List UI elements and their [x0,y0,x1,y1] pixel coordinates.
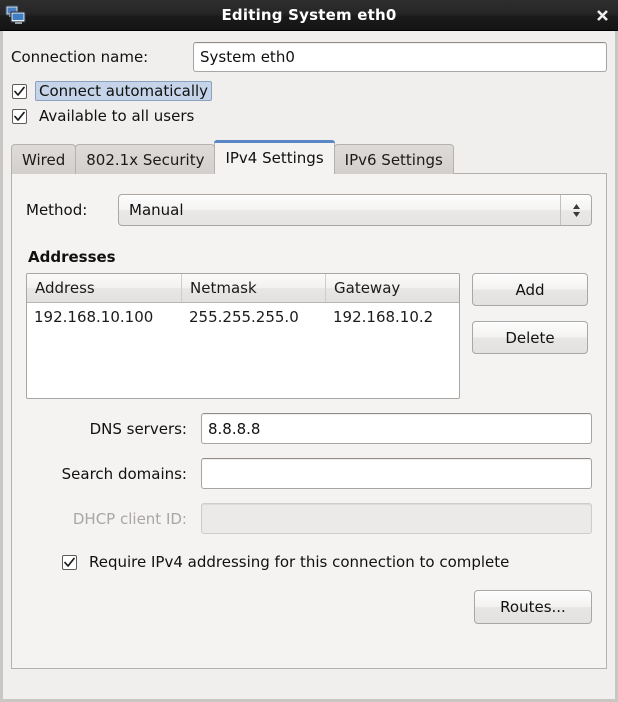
tab-ipv4-settings-label: IPv4 Settings [225,148,324,167]
cell-netmask[interactable]: 255.255.255.0 [182,308,326,326]
dns-servers-row: DNS servers: 8.8.8.8 [26,413,592,444]
dialog-content: Connection name: System eth0 Connect aut… [3,31,615,699]
connection-name-input[interactable]: System eth0 [193,42,607,72]
connect-automatically-checkbox[interactable] [12,83,27,99]
method-value: Manual [129,201,184,219]
require-ipv4-label: Require IPv4 addressing for this connect… [89,553,510,571]
window-body: Connection name: System eth0 Connect aut… [0,31,618,702]
addresses-table-header: Address Netmask Gateway [27,274,459,303]
tab-ipv4-settings[interactable]: IPv4 Settings [214,140,335,174]
search-domains-label: Search domains: [61,464,187,483]
search-domains-input[interactable] [201,458,592,489]
tab-wired-label: Wired [22,150,66,169]
method-dropdown[interactable]: Manual [118,194,592,226]
column-header-address[interactable]: Address [27,274,182,302]
dhcp-client-id-input [201,503,592,534]
method-label: Method: [26,201,88,219]
require-ipv4-checkbox[interactable] [62,554,77,570]
tab-8021x-security[interactable]: 802.1x Security [75,144,216,174]
routes-button[interactable]: Routes... [474,590,592,624]
require-ipv4-row[interactable]: Require IPv4 addressing for this connect… [26,552,592,572]
search-domains-row: Search domains: [26,458,592,489]
column-header-netmask[interactable]: Netmask [182,274,326,302]
tab-ipv6-settings-label: IPv6 Settings [344,150,443,169]
available-all-users-row[interactable]: Available to all users [12,106,607,126]
tab-8021x-security-label: 802.1x Security [86,150,205,169]
connect-automatically-label: Connect automatically [35,81,213,101]
available-all-users-label: Available to all users [39,107,195,125]
column-header-gateway[interactable]: Gateway [326,274,459,302]
close-icon[interactable] [593,6,612,25]
connection-name-label: Connection name: [11,48,149,66]
addresses-table[interactable]: Address Netmask Gateway 192.168.10.100 2… [26,273,460,399]
connection-name-row: Connection name: System eth0 [11,42,607,72]
connect-automatically-row[interactable]: Connect automatically [12,81,607,101]
editing-connection-window: Editing System eth0 Connection name: Sys… [0,0,618,702]
dns-servers-input[interactable]: 8.8.8.8 [201,413,592,444]
addresses-buttons: Add Delete [460,273,592,399]
window-title: Editing System eth0 [221,5,397,24]
cell-gateway[interactable]: 192.168.10.2 [326,308,459,326]
dns-servers-label: DNS servers: [89,419,187,438]
tab-strip: Wired 802.1x Security IPv4 Settings IPv6… [11,140,607,174]
title-bar[interactable]: Editing System eth0 [0,0,618,31]
dhcp-client-id-row: DHCP client ID: [26,503,592,534]
add-button[interactable]: Add [472,273,588,306]
addresses-title: Addresses [28,248,116,266]
chevron-updown-icon [560,195,591,225]
method-row: Method: Manual [26,194,592,226]
cell-address[interactable]: 192.168.10.100 [27,308,182,326]
dhcp-client-id-label: DHCP client ID: [72,509,187,528]
settings-notebook: Wired 802.1x Security IPv4 Settings IPv6… [11,140,607,669]
available-all-users-checkbox[interactable] [12,108,27,124]
routes-row: Routes... [26,590,592,624]
delete-button[interactable]: Delete [472,321,588,354]
addresses-block: Address Netmask Gateway 192.168.10.100 2… [26,273,592,399]
tab-wired[interactable]: Wired [11,144,77,174]
network-connection-icon [5,4,27,26]
ipv4-settings-pane: Method: Manual Addresses Address Netmask… [11,173,607,669]
table-row[interactable]: 192.168.10.100 255.255.255.0 192.168.10.… [27,303,459,330]
tab-ipv6-settings[interactable]: IPv6 Settings [333,144,454,174]
